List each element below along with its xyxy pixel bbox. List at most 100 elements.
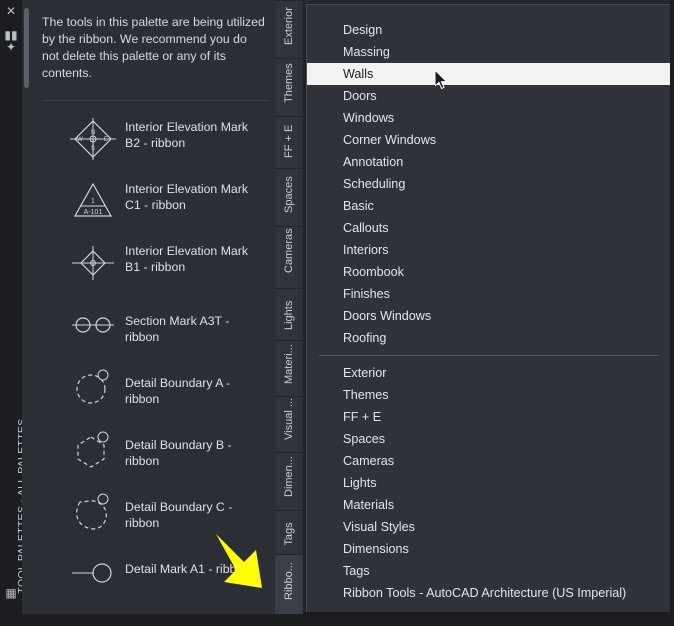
menu-item-label: Scheduling [343,177,406,191]
menu-item-roombook[interactable]: Roombook [307,261,671,283]
menu-item-tags[interactable]: Tags [307,560,671,582]
menu-item-ribbon-tools[interactable]: Ribbon Tools - AutoCAD Architecture (US … [307,582,671,604]
sidebar-item-dimensions[interactable]: Dimen... [275,452,303,512]
menu-item-callouts[interactable]: Callouts [307,217,671,239]
sidebar-item-ribbon-tools[interactable]: Ribbo... [275,554,303,616]
sidebar-item-spaces[interactable]: Spaces [275,168,303,228]
svg-text:A-101: A-101 [84,209,103,216]
detail-boundary-freeform-icon [76,493,109,530]
menu-item-label: Exterior [343,366,387,380]
palette-scrollbar[interactable] [24,8,29,88]
sidebar-item-lights[interactable]: Lights [275,288,303,342]
menu-item-label: Design [343,23,383,37]
menu-item-finishes[interactable]: Finishes [307,283,671,305]
menu-item-themes[interactable]: Themes [307,384,671,406]
menu-item-cameras[interactable]: Cameras [307,450,671,472]
list-item[interactable]: Interior Elevation Mark B1 - ribbon [22,232,275,294]
menu-item-label: Visual Styles [343,520,415,534]
menu-item-doors-windows[interactable]: Doors Windows [307,305,671,327]
sidebar-item-ffe[interactable]: FF + E [275,116,303,170]
menu-item-label: Interiors [343,243,389,257]
properties-icon[interactable]: ▦ [0,586,22,600]
menu-item-visual-styles[interactable]: Visual Styles [307,516,671,538]
menu-item-interiors[interactable]: Interiors [307,239,671,261]
list-item[interactable]: Section Mark A3T - ribbon [22,294,275,356]
menu-item-annotation[interactable]: Annotation [307,151,671,173]
menu-item-basic[interactable]: Basic [307,195,671,217]
detail-boundary-circle-icon [76,369,109,404]
menu-item-label: Doors [343,89,377,103]
menu-item-label: Doors Windows [343,309,432,323]
list-item[interactable]: Detail Mark A1 - ribbon [22,542,275,604]
menu-top-pad [307,5,671,19]
menu-item-doors[interactable]: Doors [307,85,671,107]
list-item-label: Section Mark A3T - ribbon [125,314,230,344]
menu-item-label: Annotation [343,155,404,169]
svg-text:N: N [91,130,95,136]
diamond-small-elevation-mark-icon [72,246,114,280]
tab-label: Lights [283,300,295,330]
palette-tab-strip: Exterior Themes FF + E Spaces Cameras Li… [275,0,303,626]
tab-label: Themes [283,63,295,103]
list-item[interactable]: Detail Boundary C - ribbon [22,480,275,542]
menu-item-spaces[interactable]: Spaces [307,428,671,450]
menu-item-label: FF + E [343,410,382,424]
sidebar-item-exterior[interactable]: Exterior [275,0,303,60]
sidebar-item-tags[interactable]: Tags [275,510,303,556]
list-item-label: Interior Elevation Mark C1 - ribbon [125,182,249,212]
menu-item-label: Finishes [343,287,390,301]
list-item-label: Detail Mark A1 - ribbon [125,562,251,576]
menu-item-label: Materials [343,498,395,512]
svg-text:W: W [77,137,83,143]
menu-item-walls[interactable]: Walls [307,63,671,85]
menu-item-materials[interactable]: Materials [307,494,671,516]
list-item-label: Detail Boundary B - ribbon [125,438,232,468]
menu-item-label: Roombook [343,265,404,279]
sidebar-item-cameras[interactable]: Cameras [275,226,303,290]
tab-label: Dimen... [283,456,295,497]
list-item[interactable]: 1 A-101 Interior Elevation Mark C1 - rib… [22,170,275,232]
svg-text:1: 1 [91,198,95,205]
menu-icon[interactable]: ✦ [0,40,22,54]
list-item-label: Detail Boundary A - ribbon [125,376,231,406]
svg-text:S: S [91,146,95,152]
menu-item-ffe[interactable]: FF + E [307,406,671,428]
menu-item-label: Lights [343,476,377,490]
menu-item-design[interactable]: Design [307,19,671,41]
menu-item-massing[interactable]: Massing [307,41,671,63]
sidebar-item-visual-styles[interactable]: Visual ... [275,396,303,454]
list-item[interactable]: Detail Boundary A - ribbon [22,356,275,418]
menu-item-label: Massing [343,45,390,59]
list-item[interactable]: N S W E Interior Elevation Mark B2 - rib… [22,108,275,170]
menu-item-label: Basic [343,199,374,213]
menu-item-corner-windows[interactable]: Corner Windows [307,129,671,151]
menu-item-windows[interactable]: Windows [307,107,671,129]
svg-text:E: E [104,137,108,143]
diamond-elevation-mark-icon: N S W E [70,118,116,160]
tab-label: Materi... [283,344,295,384]
menu-item-scheduling[interactable]: Scheduling [307,173,671,195]
application-root: ✕ ▮▮ ✦ TOOL PALETTES - ALL PALETTES ▦ Th… [0,0,674,626]
bottom-strip [0,614,674,626]
menu-item-lights[interactable]: Lights [307,472,671,494]
tab-label: Spaces [283,176,295,213]
menu-item-label: Tags [343,564,370,578]
menu-item-exterior[interactable]: Exterior [307,362,671,384]
list-item[interactable]: Detail Boundary B - ribbon [22,418,275,480]
palette-divider [42,100,270,101]
triangle-elevation-mark-icon: 1 A-101 [73,182,113,217]
menu-item-label: Cameras [343,454,395,468]
sidebar-item-materials[interactable]: Materi... [275,340,303,398]
tab-label: Exterior [283,7,295,45]
menu-item-dimensions[interactable]: Dimensions [307,538,671,560]
list-item-label: Interior Elevation Mark B1 - ribbon [125,244,249,274]
palette-note: The tools in this palette are being util… [42,15,265,80]
context-menu: Design Massing Walls Doors Windows Corne… [306,4,672,614]
tab-label: Tags [283,522,295,546]
tab-label: Visual ... [283,398,295,440]
right-edge [670,0,674,626]
menu-item-roofing[interactable]: Roofing [307,327,671,349]
sidebar-item-themes[interactable]: Themes [275,58,303,118]
close-icon[interactable]: ✕ [0,4,22,18]
menu-item-label: Corner Windows [343,133,437,147]
